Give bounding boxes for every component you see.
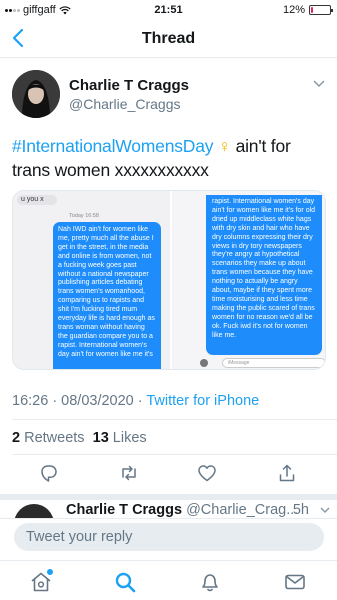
message-bubble-right: rapist. International women's day ain't … bbox=[206, 195, 322, 355]
message-timestamp: Today 16:58 bbox=[69, 213, 99, 219]
avatar[interactable] bbox=[12, 70, 60, 118]
like-count[interactable]: 13 bbox=[93, 430, 109, 446]
previous-message-stub: u you x bbox=[17, 195, 57, 205]
tab-search[interactable] bbox=[112, 569, 138, 595]
status-bar: giffgaff 21:51 12% bbox=[0, 0, 337, 20]
author-name[interactable]: Charlie T Craggs bbox=[69, 77, 189, 94]
author-handle[interactable]: @Charlie_Craggs bbox=[69, 96, 180, 112]
tweet-actions bbox=[0, 462, 337, 484]
reply-bar bbox=[0, 518, 337, 554]
next-tweet-author: Charlie T Craggs @Charlie_Crag... bbox=[66, 502, 298, 518]
reply-input[interactable] bbox=[14, 523, 324, 551]
tweet-text: #InternationalWomensDay ♀ ain't for tran… bbox=[12, 134, 330, 182]
media-image-right[interactable]: rapist. International women's day ain't … bbox=[170, 191, 325, 369]
envelope-icon bbox=[285, 574, 305, 590]
tweet-media[interactable]: u you x Today 16:58 Nah IWD ain't for wo… bbox=[12, 190, 326, 370]
tab-home[interactable] bbox=[28, 569, 54, 595]
retweet-label[interactable]: Retweets bbox=[24, 430, 84, 446]
tab-notifications[interactable] bbox=[197, 569, 223, 595]
camera-icon bbox=[200, 359, 208, 367]
avatar-image bbox=[12, 70, 60, 118]
like-heart-icon[interactable] bbox=[196, 462, 218, 484]
venus-emoji: ♀ bbox=[217, 136, 231, 156]
tweet-meta: 16:26 · 08/03/2020 · Twitter for iPhone bbox=[12, 393, 259, 409]
next-avatar[interactable] bbox=[14, 504, 54, 518]
battery-percent: 12% bbox=[282, 4, 305, 16]
bell-icon bbox=[202, 574, 218, 592]
retweet-icon[interactable] bbox=[118, 462, 140, 484]
hashtag-link[interactable]: #InternationalWomensDay bbox=[12, 136, 214, 156]
message-bubble-left: Nah IWD ain't for women like me, pretty … bbox=[53, 222, 161, 369]
battery-icon bbox=[309, 5, 333, 15]
next-tweet-time: 5h bbox=[292, 502, 309, 518]
reply-icon[interactable] bbox=[38, 462, 60, 484]
retweet-count[interactable]: 2 bbox=[12, 430, 20, 446]
tweet-source-link[interactable]: Twitter for iPhone bbox=[146, 393, 259, 409]
media-image-left[interactable]: u you x Today 16:58 Nah IWD ain't for wo… bbox=[13, 191, 170, 369]
battery-level bbox=[311, 7, 314, 13]
nav-bar: Thread bbox=[0, 20, 337, 58]
share-icon[interactable] bbox=[276, 462, 298, 484]
like-label[interactable]: Likes bbox=[113, 430, 147, 446]
notification-dot bbox=[47, 569, 53, 575]
tweet-header: Charlie T Craggs @Charlie_Craggs bbox=[12, 70, 326, 122]
search-icon bbox=[115, 572, 136, 593]
next-tweet-preview[interactable]: Charlie T Craggs @Charlie_Crag... 5h bbox=[0, 498, 337, 518]
tab-messages[interactable] bbox=[282, 569, 308, 595]
tab-bar bbox=[0, 560, 337, 600]
message-compose-bar: iMessage bbox=[176, 357, 325, 369]
battery-group: 12% bbox=[282, 4, 333, 16]
tweet-stats: 2 Retweets 13 Likes bbox=[12, 430, 147, 446]
tweet-timestamp: 16:26 · 08/03/2020 · bbox=[12, 393, 147, 409]
imessage-input: iMessage bbox=[222, 358, 325, 368]
next-author-handle: @Charlie_Crag... bbox=[186, 502, 299, 518]
page-title: Thread bbox=[141, 30, 196, 47]
divider bbox=[12, 419, 337, 420]
divider bbox=[12, 454, 337, 455]
chevron-down-icon[interactable] bbox=[312, 76, 326, 90]
chevron-down-icon[interactable] bbox=[319, 504, 331, 516]
next-author-name: Charlie T Craggs bbox=[66, 502, 183, 518]
